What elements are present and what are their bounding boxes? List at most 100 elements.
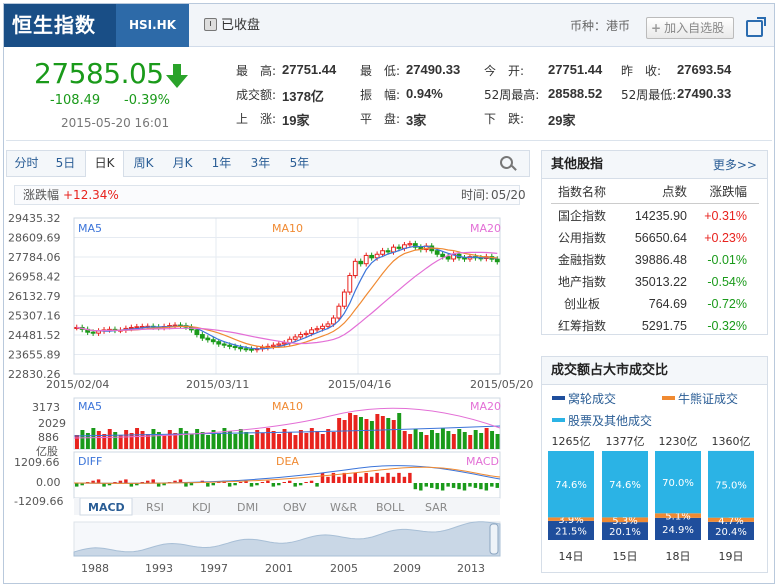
candle-body (391, 246, 396, 253)
tab-0[interactable]: 分时 (7, 151, 46, 176)
more-link[interactable]: 更多>> (713, 151, 757, 179)
macd-bar (386, 472, 390, 483)
info-time-label: 时间: (461, 188, 490, 202)
index-code: HSI.HK (116, 4, 189, 47)
y-tick-label: 25307.16 (8, 310, 61, 323)
volume-bar (440, 428, 445, 449)
table-row[interactable]: 红筹指数 5291.75 -0.32% (551, 315, 759, 337)
column-header: 指数名称 (557, 185, 606, 199)
stat-item: 52周最低: 27490.33 (621, 86, 731, 103)
volume-bar (353, 415, 358, 449)
tab-6[interactable]: 3年 (241, 151, 280, 176)
add-to-watchlist-button[interactable]: + 加入自选股 (646, 17, 734, 39)
volume-bar (75, 435, 79, 449)
macd-bar (402, 476, 407, 483)
stat-value: 27751.44 (548, 62, 603, 77)
legend-label: 股票及其他成交 (568, 414, 653, 428)
candle-body (407, 243, 413, 246)
indicator-tab[interactable]: KDJ (192, 501, 211, 514)
stat-item: 52周最高: 28588.52 (484, 86, 602, 103)
indicator-tab[interactable]: RSI (146, 501, 164, 514)
ma10-label: MA10 (272, 222, 303, 235)
candle-body (134, 326, 140, 329)
y-tick-label: 24481.52 (8, 329, 61, 342)
volume-bar (408, 434, 413, 449)
category-label: 14日 (559, 550, 584, 563)
vol-ma10-label: MA10 (272, 400, 303, 413)
volume-tick-label: 3173 (32, 401, 60, 414)
macd-bar (304, 482, 308, 483)
macd-bar (419, 483, 423, 491)
column-header: 涨跌幅 (709, 185, 747, 199)
tab-2[interactable]: 日K (85, 151, 124, 177)
candle-body (363, 254, 369, 265)
currency-label: 币种：港币 (570, 19, 631, 33)
stat-label: 52周最高: (484, 88, 540, 102)
indicator-tab[interactable]: SAR (425, 501, 448, 514)
overview-handle[interactable] (489, 523, 499, 555)
macd-bar (353, 472, 357, 483)
bar-total-label: 1360亿 (712, 435, 751, 448)
macd-bar (484, 483, 489, 491)
volume-bar (451, 434, 456, 449)
volume-bar (386, 418, 391, 449)
volume-bar (397, 413, 402, 449)
volume-bar (266, 428, 271, 449)
macd-bar (380, 476, 385, 483)
table-row[interactable]: 金融指数 39886.48 -0.01% (551, 249, 759, 271)
year-tick-label: 1993 (145, 562, 173, 575)
indicator-tab[interactable]: W&R (330, 501, 357, 514)
candle-body (298, 334, 304, 338)
stat-value: 27693.54 (677, 62, 732, 77)
macd-tick-label: 1209.66 (14, 456, 60, 469)
legend-item: 窝轮成交 (552, 390, 616, 407)
y-tick-label: 27784.06 (8, 251, 61, 264)
volume-bar (326, 429, 331, 449)
macd-bar (309, 480, 314, 483)
candle-body (374, 253, 380, 259)
macd-bar (118, 480, 123, 483)
share-icon[interactable] (746, 17, 766, 37)
volume-bar (375, 414, 380, 449)
volume-tick-label: 2029 (38, 417, 66, 430)
macd-bar (473, 483, 478, 488)
stat-label: 上 涨: (236, 112, 277, 126)
legend-label: 牛熊证成交 (678, 392, 739, 406)
volume-bar (238, 429, 243, 449)
info-time-value: 05/20 (491, 188, 526, 202)
dea-label: DEA (276, 455, 299, 468)
indicator-tab[interactable]: DMI (237, 501, 258, 514)
table-cell: +0.31% (704, 209, 747, 223)
category-label: 18日 (666, 550, 691, 563)
stat-value: 27490.33 (406, 62, 461, 77)
tab-4[interactable]: 月K (163, 151, 202, 176)
info-change-value: +12.34% (63, 188, 119, 202)
indicator-tab[interactable]: OBV (283, 501, 307, 514)
tab-7[interactable]: 5年 (280, 151, 319, 176)
market-status-label: 已收盘 (221, 18, 261, 33)
table-row[interactable]: 国企指数 14235.90 +0.31% (551, 205, 759, 227)
candle-body (352, 260, 358, 277)
table-row[interactable]: 公用指数 56650.64 +0.23% (551, 227, 759, 249)
table-cell: 5291.75 (641, 319, 687, 333)
volume-bar (80, 430, 85, 449)
candle-body (358, 260, 364, 265)
volume-bar (473, 430, 478, 449)
indicator-tab[interactable]: MACD (88, 501, 125, 514)
table-row[interactable]: 创业板 764.69 -0.72% (551, 293, 759, 315)
candle-body (232, 345, 238, 349)
table-row[interactable]: 地产指数 35013.22 -0.54% (551, 271, 759, 293)
stat-value: 29家 (548, 113, 576, 128)
tab-1[interactable]: 5日 (46, 151, 85, 176)
tab-5[interactable]: 1年 (202, 151, 241, 176)
candle-body (314, 328, 320, 331)
volume-bar (151, 429, 156, 449)
volume-bar (369, 421, 374, 449)
indicator-tab[interactable]: BOLL (376, 501, 405, 514)
diff-label: DIFF (78, 455, 102, 468)
divider (551, 203, 759, 204)
zoom-icon[interactable] (500, 156, 513, 169)
tab-3[interactable]: 周K (124, 151, 163, 176)
macd-bar (184, 483, 188, 487)
stat-label: 平 盘: (360, 112, 401, 126)
